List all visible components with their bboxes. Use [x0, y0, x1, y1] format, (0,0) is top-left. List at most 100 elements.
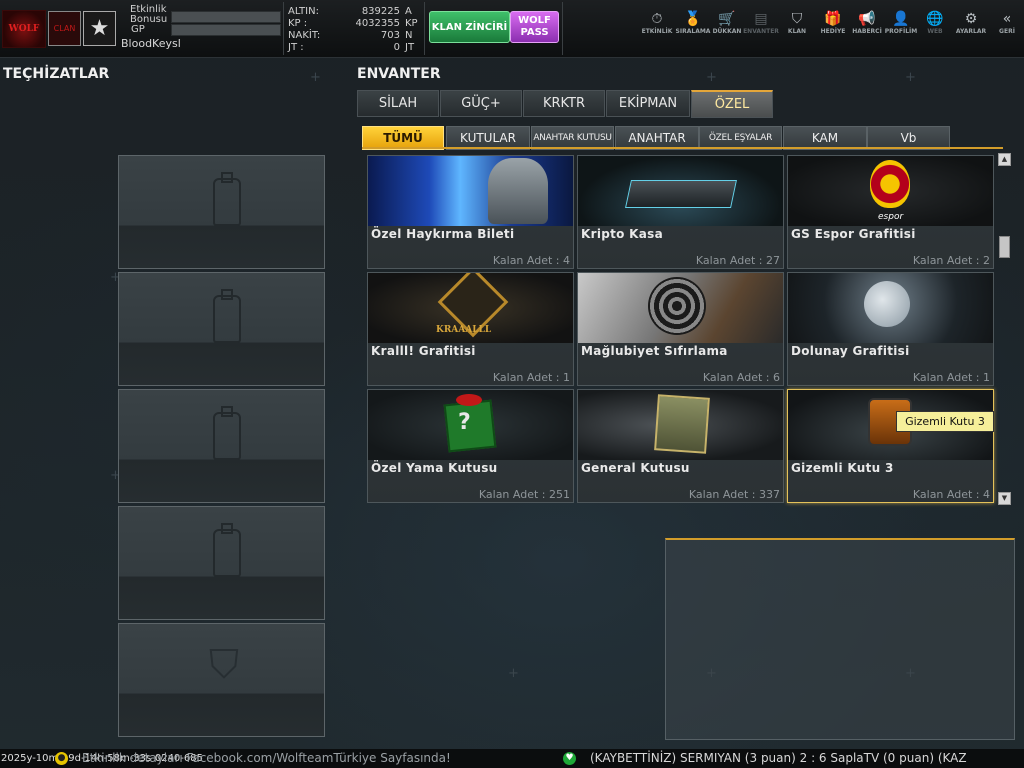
main-tab[interactable]: GÜÇ+: [440, 90, 522, 117]
cart-icon: 🛒: [718, 11, 736, 27]
nav-item-0[interactable]: ⏱ ETKİNLİK: [640, 10, 674, 44]
divider: [424, 2, 425, 55]
item-count: Kalan Adet : 1: [493, 371, 570, 384]
nav-label: GERİ: [999, 28, 1015, 35]
gear-icon: ⚙: [964, 11, 978, 27]
item-name: GS Espor Grafitisi: [791, 227, 916, 241]
wolf-pass-button[interactable]: WOLF PASS: [510, 11, 559, 43]
gp-label: GP: [131, 24, 145, 35]
ticker-message-event: Etkinlik detayları Facebook.com/Wolfteam…: [82, 751, 451, 765]
nav-item-10[interactable]: «GERİ: [990, 10, 1024, 44]
equipment-slot[interactable]: ⛉: [118, 623, 325, 737]
item-tooltip: Gizemli Kutu 3: [896, 411, 994, 432]
item-name: Dolunay Grafitisi: [791, 344, 910, 358]
scroll-down-arrow-icon[interactable]: ▼: [998, 492, 1011, 505]
plus-marker: +: [905, 70, 916, 85]
main-tab[interactable]: SİLAH: [357, 90, 439, 117]
currency-value: 839225: [361, 6, 400, 17]
inventory-scrollbar[interactable]: ▲ ▼: [998, 153, 1011, 505]
item-count: Kalan Adet : 6: [703, 371, 780, 384]
main-tab[interactable]: ÖZEL: [691, 90, 773, 118]
count-prefix: Kalan Adet :: [492, 371, 560, 384]
nav-item-9[interactable]: ⚙ AYARLAR: [954, 10, 988, 44]
nav-item-3[interactable]: ▤ ENVANTER: [743, 10, 779, 44]
game-logo: WOLF: [2, 10, 46, 48]
clan-chain-button[interactable]: KLAN ZİNCİRİ: [429, 11, 510, 43]
plus-marker: +: [508, 666, 519, 681]
moon-icon: [864, 281, 910, 327]
spray-slot-icon: [213, 523, 241, 577]
gs-badge-icon: [870, 160, 910, 208]
nav-item-8[interactable]: 🌐 WEB: [918, 10, 952, 44]
equipment-slot[interactable]: [118, 272, 325, 386]
scroll-up-arrow-icon[interactable]: ▲: [998, 153, 1011, 166]
inventory-item-card[interactable]: KRAAALLL Kralll! Grafitisi Kalan Adet : 1: [367, 272, 574, 386]
inventory-item-card[interactable]: espor GS Espor Grafitisi Kalan Adet : 2: [787, 155, 994, 269]
equipment-slot[interactable]: [118, 506, 325, 620]
currency-value: 4032355: [355, 18, 400, 29]
currency-value: 0: [393, 42, 400, 53]
soldier-portrait-icon: [488, 158, 548, 224]
nav-item-6[interactable]: 📢 HABERCİ: [850, 10, 884, 44]
count-value: 1: [983, 371, 990, 384]
ticker-message-match: (KAYBETTİNİZ) SERMIYAN (3 puan) 2 : 6 Sa…: [590, 751, 967, 765]
currency-unit: A: [405, 6, 412, 17]
inventory-item-card[interactable]: Gizemli Kutu 3 Kalan Adet : 4: [787, 389, 994, 503]
general-crate-art: [578, 390, 783, 460]
item-count: Kalan Adet : 4: [493, 254, 570, 267]
inventory-item-card[interactable]: General Kutusu Kalan Adet : 337: [577, 389, 784, 503]
profile-icon: 👤: [892, 11, 910, 27]
crypto-case-art: [578, 156, 783, 226]
inventory-item-card[interactable]: Mağlubiyet Sıfırlama Kalan Adet : 6: [577, 272, 784, 386]
spray-slot-icon: [213, 172, 241, 226]
soldier-blue-energy-art: [368, 156, 573, 226]
currency-label: JT :: [288, 42, 304, 53]
clan-emblem[interactable]: CLAN: [48, 11, 81, 46]
plus-marker: +: [706, 70, 717, 85]
spray-slot-icon: [213, 406, 241, 460]
inventory-icon: ▤: [754, 11, 768, 27]
currency-unit: N: [405, 30, 413, 41]
ribbon-bow-icon: [456, 394, 482, 406]
currency-label: NAKİT:: [288, 30, 321, 41]
tab-underline: [362, 147, 1003, 149]
shield-slot-icon: ⛉: [209, 642, 239, 688]
scroll-thumb[interactable]: [999, 236, 1010, 258]
currency-unit: KP: [405, 18, 418, 29]
target-gun-art: [578, 273, 783, 343]
question-mark-icon: ?: [458, 410, 471, 435]
currency-unit: JT: [405, 42, 415, 53]
inventory-item-card[interactable]: ? Özel Yama Kutusu Kalan Adet : 251: [367, 389, 574, 503]
item-count: Kalan Adet : 337: [689, 488, 780, 501]
equipment-title: TEÇHİZATLAR: [3, 66, 110, 82]
item-description-panel: [665, 538, 1015, 740]
match-result-icon: ♥: [563, 752, 576, 765]
main-tab[interactable]: EKİPMAN: [606, 90, 690, 117]
main-tab[interactable]: KRKTR: [523, 90, 605, 117]
event-bell-icon: ●: [55, 752, 68, 765]
item-name: Gizemli Kutu 3: [791, 461, 894, 475]
currency-label: KP :: [288, 18, 308, 29]
count-value: 4: [563, 254, 570, 267]
item-name: Kralll! Grafitisi: [371, 344, 476, 358]
count-prefix: Kalan Adet :: [688, 488, 756, 501]
nav-item-2[interactable]: 🛒 DÜKKAN: [710, 10, 744, 44]
item-name: Kripto Kasa: [581, 227, 664, 241]
rank-star-icon[interactable]: ★: [83, 11, 116, 46]
inventory-item-card[interactable]: Kripto Kasa Kalan Adet : 27: [577, 155, 784, 269]
count-prefix: Kalan Adet :: [912, 254, 980, 267]
nav-item-7[interactable]: 👤 PROFİLİM: [884, 10, 918, 44]
item-count: Kalan Adet : 4: [913, 488, 990, 501]
etkinlik-bonus-label: Etkinlik Bonusu: [130, 4, 168, 25]
equipment-slot[interactable]: [118, 389, 325, 503]
full-moon-wolf-art: [788, 273, 993, 343]
equipment-slot[interactable]: [118, 155, 325, 269]
wolf-pass-label: WOLF PASS: [518, 15, 551, 38]
inventory-item-card[interactable]: Dolunay Grafitisi Kalan Adet : 1: [787, 272, 994, 386]
nav-item-5[interactable]: 🎁 HEDİYE: [816, 10, 850, 44]
item-name: Özel Yama Kutusu: [371, 461, 498, 475]
nav-item-4[interactable]: ⛉ KLAN: [780, 10, 814, 44]
nav-item-1[interactable]: 🏅 SIRALAMA: [676, 10, 711, 44]
kraaalll-logo-text: KRAAALLL: [436, 325, 492, 335]
inventory-item-card[interactable]: Özel Haykırma Bileti Kalan Adet : 4: [367, 155, 574, 269]
